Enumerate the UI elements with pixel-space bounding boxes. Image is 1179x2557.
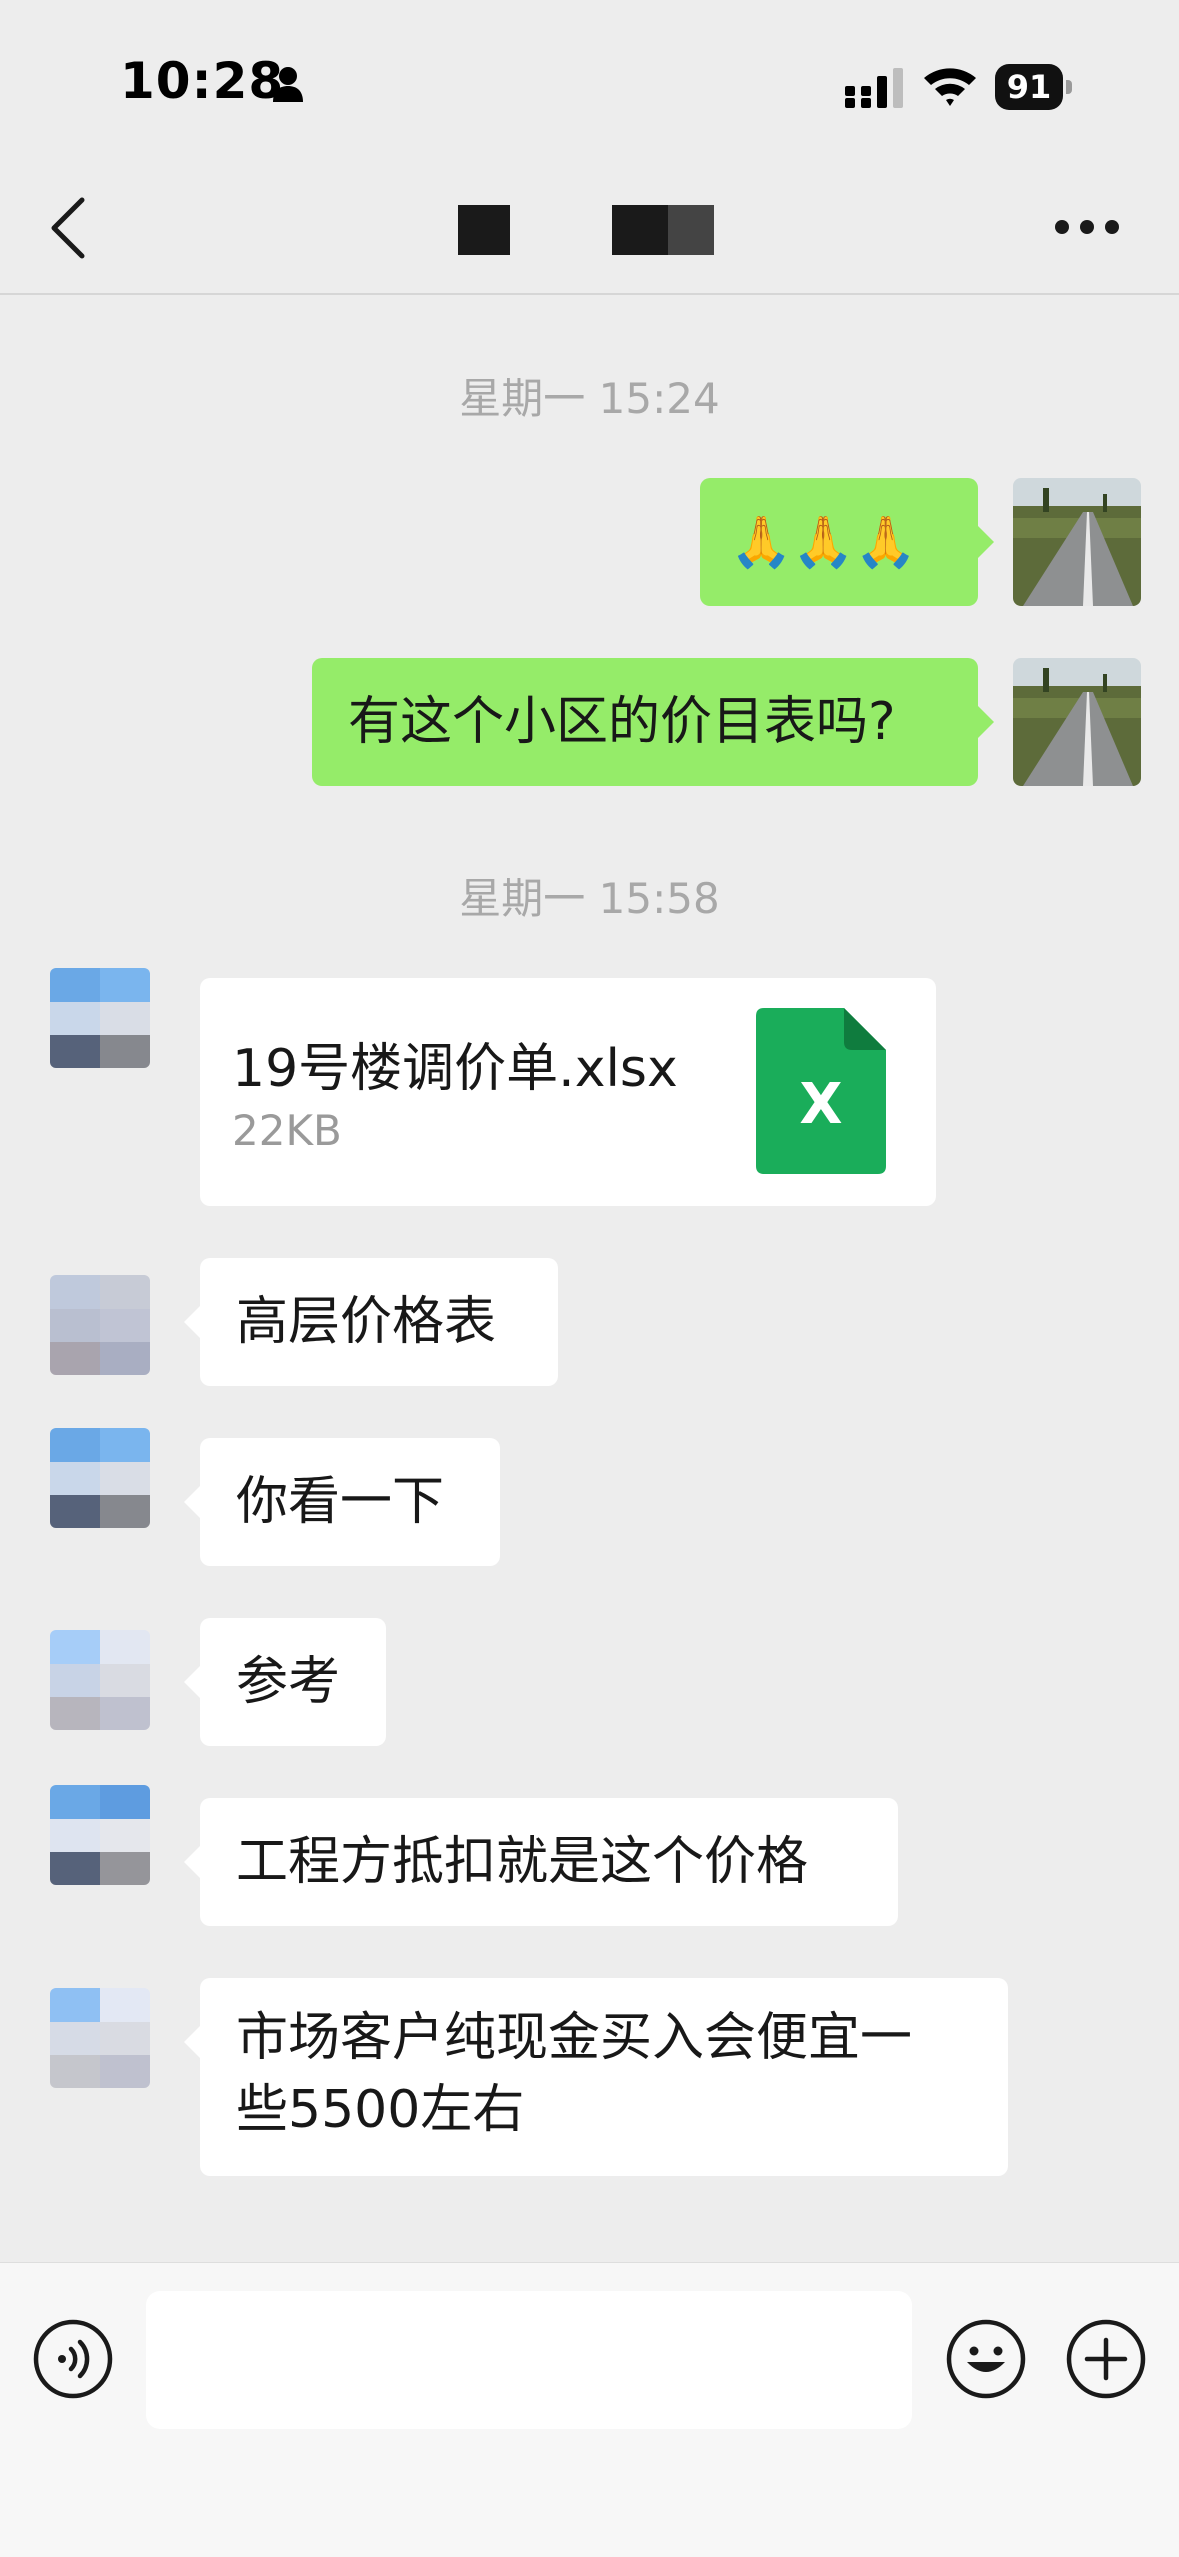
my-avatar[interactable] [1013,658,1141,786]
chevron-left-icon[interactable] [48,196,88,260]
chat-header [0,150,1179,295]
voice-icon[interactable] [32,2318,114,2400]
emoji-icon[interactable] [945,2318,1027,2400]
contact-avatar[interactable] [50,1630,150,1730]
redacted-title-part-2 [612,205,714,255]
contact-avatar[interactable] [50,1275,150,1375]
file-name: 19号楼调价单.xlsx [232,1039,678,1099]
wifi-icon [924,68,976,106]
received-message-bubble[interactable]: 你看一下 [184,1438,500,1566]
received-message-bubble[interactable]: 参考 [184,1618,386,1746]
received-message-text: 高层价格表 [236,1292,497,1352]
received-message-text: 工程方抵扣就是这个价格 [236,1832,809,1892]
contact-avatar[interactable] [50,1785,150,1885]
sent-message-bubble[interactable]: 有这个小区的价目表吗? [312,658,994,786]
battery-tip [1066,80,1072,94]
file-message-card[interactable]: 19号楼调价单.xlsx 22KB X [200,978,936,1206]
message-timestamp: 星期一 15:24 [459,374,720,423]
plus-icon[interactable] [1065,2318,1147,2400]
my-avatar[interactable] [1013,478,1141,606]
more-dots-icon[interactable] [1055,220,1119,238]
excel-file-icon: X [756,1008,886,1174]
road-photo-icon [1013,658,1141,786]
contact-avatar[interactable] [50,1988,150,2088]
received-message-bubble[interactable]: 市场客户纯现金买入会便宜一 些5500左右 [184,1978,1008,2176]
received-message-text: 参考 [236,1652,341,1712]
received-message-text: 你看一下 [236,1472,445,1532]
excel-icon-label: X [799,1072,843,1137]
redacted-title-part-1 [458,205,510,255]
received-message-bubble[interactable]: 工程方抵扣就是这个价格 [184,1798,898,1926]
sent-message-text: 有这个小区的价目表吗? [348,692,896,752]
status-bar: 10:28 91 [0,0,1179,150]
contact-avatar[interactable] [50,1428,150,1528]
sent-message-text: 🙏🙏🙏 [730,513,917,571]
battery-level: 91 [995,64,1063,110]
status-time: 10:28 [120,52,285,110]
received-message-bubble[interactable]: 高层价格表 [184,1258,558,1386]
sent-message-bubble[interactable]: 🙏🙏🙏 [700,478,994,606]
received-message-text-line2: 些5500左右 [236,2080,525,2140]
message-timestamp: 星期一 15:58 [459,874,720,923]
contact-avatar[interactable] [50,968,150,1068]
signal-icon [845,68,903,108]
battery-icon: 91 [995,64,1075,110]
file-size: 22KB [232,1106,342,1155]
received-message-text-line1: 市场客户纯现金买入会便宜一 [236,2008,913,2068]
person-icon [273,67,303,102]
road-photo-icon [1013,478,1141,606]
message-input[interactable] [146,2291,912,2429]
chat-input-bar [0,2262,1179,2557]
